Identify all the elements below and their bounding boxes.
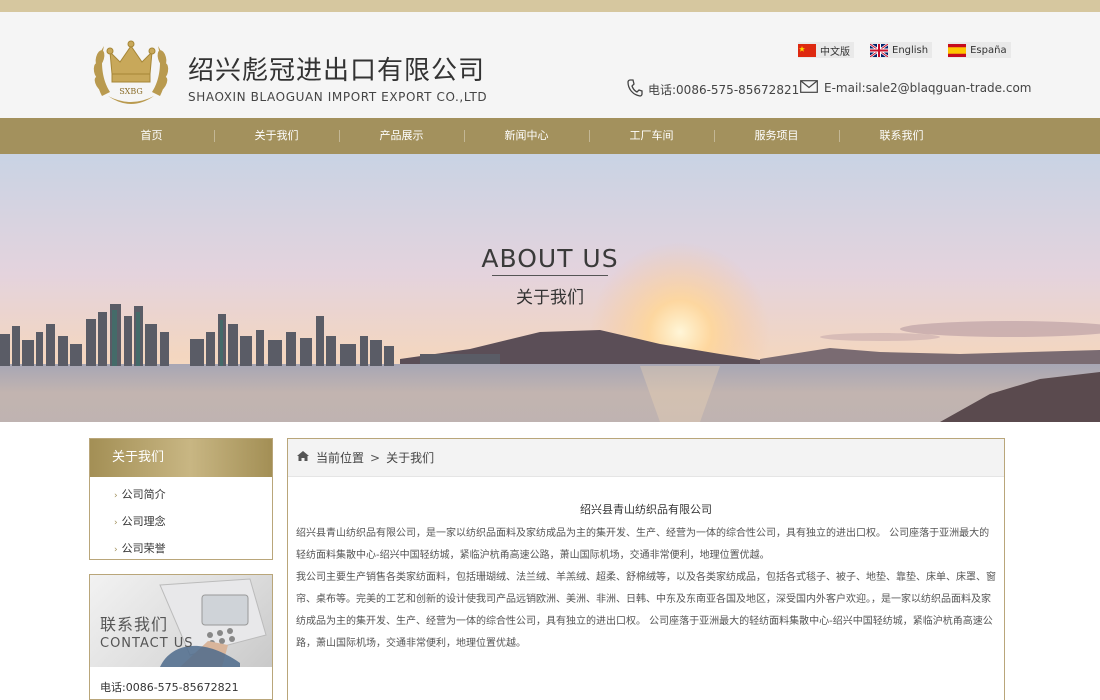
breadcrumb: 当前位置 > 关于我们: [288, 439, 1004, 477]
contact-title-cn: 联系我们: [100, 615, 169, 634]
nav-about[interactable]: 关于我们: [214, 118, 339, 154]
header-phone: 电话:0086-575-85672821: [626, 78, 799, 101]
top-strip: [0, 0, 1100, 12]
nav-services[interactable]: 服务项目: [714, 118, 839, 154]
sidebar-about-menu: 关于我们 › 公司简介 › 公司理念 › 公司荣誉: [89, 438, 273, 560]
logo-text: SXBG: [119, 87, 143, 96]
article-paragraph: 绍兴县青山纺织品有限公司，是一家以纺织品面料及家纺成品为主的集开发、生产、经营为…: [296, 528, 990, 561]
header-email: E-mail:sale2@blaqguan-trade.com: [800, 80, 1032, 96]
contact-phone-text: 电话:0086-575-85672821: [100, 681, 239, 694]
logo-crown-emblem[interactable]: SXBG: [88, 26, 174, 112]
company-name-cn: 绍兴彪冠进出口有限公司: [188, 56, 486, 86]
es-flag-icon: [948, 43, 967, 57]
mail-icon: [800, 80, 818, 96]
cn-flag-icon: [798, 43, 816, 57]
sidebar-item-label: 公司理念: [121, 515, 166, 528]
banner-subtitle: 关于我们: [516, 288, 584, 308]
about-banner: ABOUT US 关于我们: [0, 154, 1100, 422]
main-content: 当前位置 > 关于我们 绍兴县青山纺织品有限公司 绍兴县青山纺织品有限公司，是一…: [287, 438, 1005, 700]
sidebar-contact-card[interactable]: 联系我们 CONTACT US 电话:0086-575-85672821: [89, 574, 273, 700]
home-icon[interactable]: [296, 450, 310, 465]
breadcrumb-separator: >: [370, 450, 381, 465]
banner-title: ABOUT US: [481, 244, 619, 273]
site-header: SXBG 绍兴彪冠进出口有限公司 SHAOXIN BLAOGUAN IMPORT…: [0, 12, 1100, 118]
nav-home[interactable]: 首页: [89, 118, 214, 154]
lang-chinese[interactable]: 中文版: [798, 42, 854, 58]
lang-spanish[interactable]: España: [948, 42, 1011, 58]
banner-title-underline: [492, 275, 608, 276]
nav-products[interactable]: 产品展示: [339, 118, 464, 154]
sidebar-item-honors[interactable]: › 公司荣誉: [90, 535, 272, 562]
header-email-text[interactable]: E-mail:sale2@blaqguan-trade.com: [824, 81, 1032, 95]
sidebar-item-philosophy[interactable]: › 公司理念: [90, 508, 272, 535]
nav-news[interactable]: 新闻中心: [464, 118, 589, 154]
uk-flag-icon: [870, 43, 888, 57]
chevron-right-icon: ›: [114, 518, 118, 528]
breadcrumb-current-label: 当前位置: [316, 451, 365, 465]
sidebar-item-label: 公司简介: [121, 488, 166, 501]
lang-chinese-label: 中文版: [820, 46, 850, 58]
sidebar-heading: 关于我们: [90, 439, 272, 477]
article-title: 绍兴县青山纺织品有限公司: [580, 503, 712, 516]
lang-spanish-label: España: [970, 44, 1007, 56]
header-phone-text: 电话:0086-575-85672821: [648, 83, 800, 97]
company-name-en: SHAOXIN BLAOGUAN IMPORT EXPORT CO.,LTD: [188, 90, 488, 104]
phone-icon: [626, 78, 644, 101]
chevron-right-icon: ›: [114, 545, 118, 555]
article-body: 绍兴县青山纺织品有限公司，是一家以纺织品面料及家纺成品为主的集开发、生产、经营为…: [288, 517, 1004, 655]
article-paragraph: 我公司主要生产销售各类家纺面料，包括珊瑚绒、法兰绒、羊羔绒、超柔、舒棉绒等，以及…: [296, 572, 996, 649]
main-nav: 首页 关于我们 产品展示 新闻中心 工厂车间 服务项目 联系我们: [0, 118, 1100, 154]
nav-factory[interactable]: 工厂车间: [589, 118, 714, 154]
chevron-right-icon: ›: [114, 491, 118, 501]
nav-contact[interactable]: 联系我们: [839, 118, 964, 154]
sidebar-item-profile[interactable]: › 公司简介: [90, 481, 272, 508]
language-switcher: 中文版 English España: [798, 42, 1011, 58]
lang-english-label: English: [892, 44, 929, 56]
breadcrumb-page[interactable]: 关于我们: [386, 449, 434, 466]
lang-english[interactable]: English: [870, 42, 933, 58]
sidebar-item-label: 公司荣誉: [121, 542, 166, 555]
contact-title-en: CONTACT US: [100, 636, 194, 651]
